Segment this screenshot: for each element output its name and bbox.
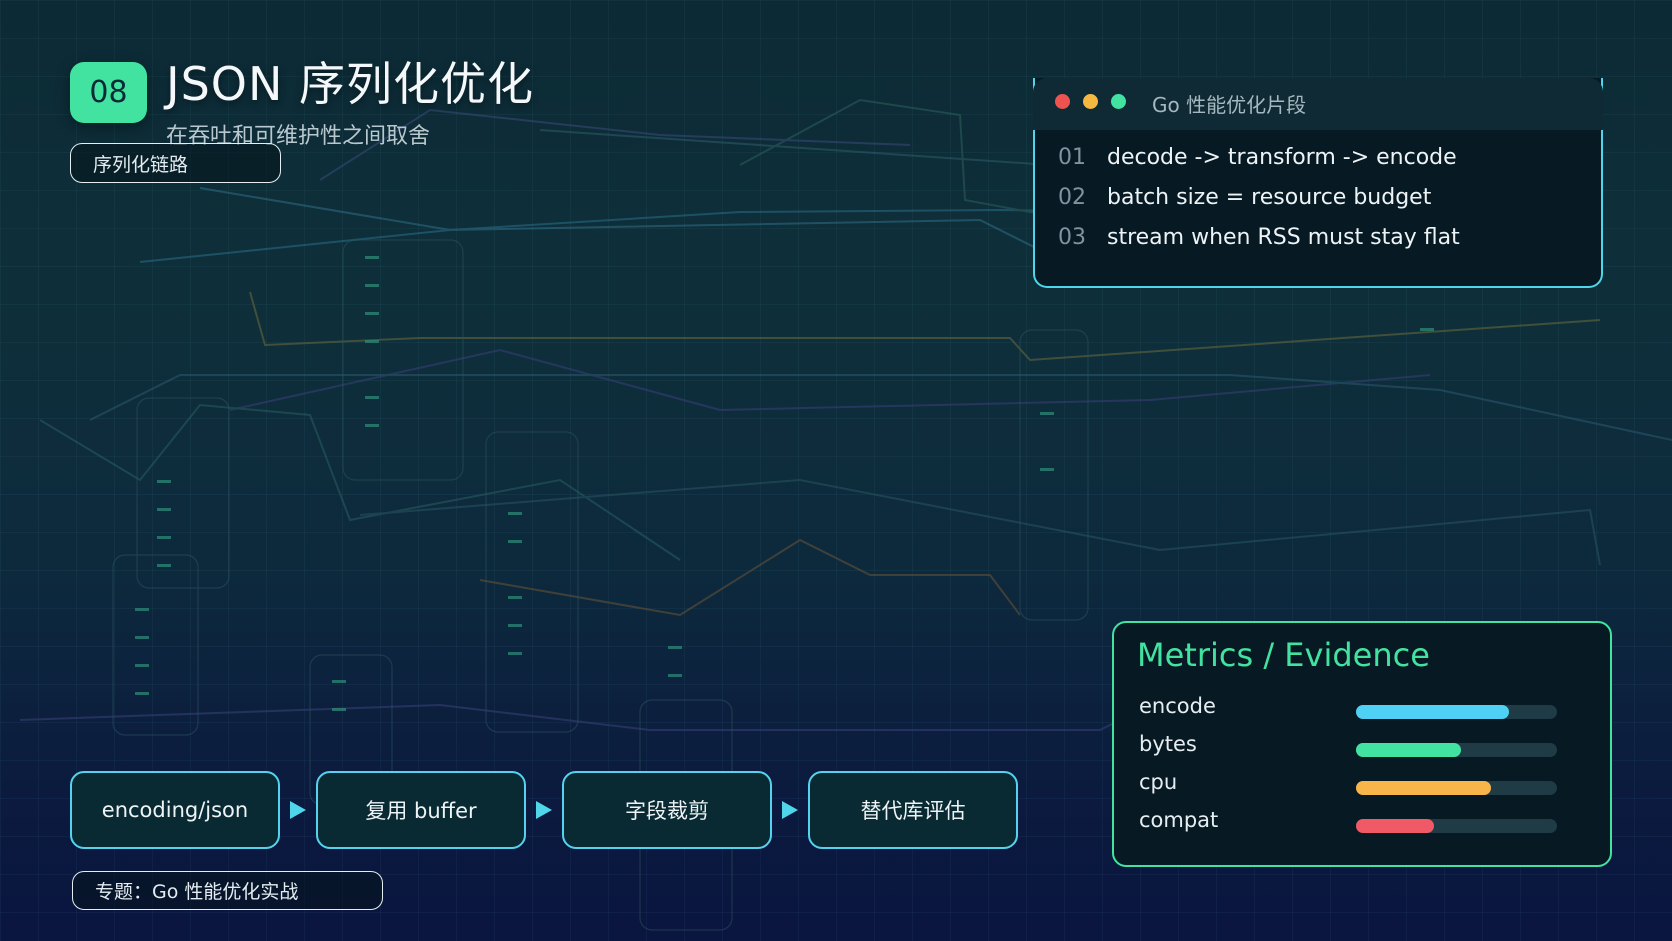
slide-title: JSON 序列化优化 <box>166 57 535 111</box>
metric-bar-track <box>1356 705 1557 719</box>
pipeline-step-encoding-json: encoding/json <box>70 771 280 849</box>
pipeline-step-field-trim: 字段裁剪 <box>562 771 772 849</box>
metric-label: cpu <box>1139 770 1178 794</box>
code-text: decode -> transform -> encode <box>1107 145 1457 170</box>
window-dot-red-icon <box>1055 94 1070 109</box>
metric-bar-fill <box>1356 705 1509 719</box>
metric-label: bytes <box>1139 732 1197 756</box>
pipeline-step-alt-library: 替代库评估 <box>808 771 1018 849</box>
arrow-right-icon <box>536 801 552 819</box>
window-dot-yellow-icon <box>1083 94 1098 109</box>
metric-bar-fill <box>1356 781 1491 795</box>
pipeline-step-reuse-buffer: 复用 buffer <box>316 771 526 849</box>
code-line: 03 stream when RSS must stay flat <box>1058 225 1460 250</box>
line-number: 01 <box>1058 145 1086 170</box>
metric-bar-track <box>1356 743 1557 757</box>
metric-bar-track <box>1356 781 1557 795</box>
metric-bar-fill <box>1356 819 1435 833</box>
metric-label: compat <box>1139 808 1219 832</box>
code-line: 02 batch size = resource budget <box>1058 185 1431 210</box>
code-panel-title: Go 性能优化片段 <box>1152 93 1307 117</box>
code-line: 01 decode -> transform -> encode <box>1058 145 1457 170</box>
arrow-right-icon <box>290 801 306 819</box>
code-text: stream when RSS must stay flat <box>1107 225 1460 250</box>
arrow-right-icon <box>782 801 798 819</box>
line-number: 03 <box>1058 225 1086 250</box>
topic-tag: 序列化链路 <box>70 143 281 183</box>
metric-label: encode <box>1139 694 1216 718</box>
slide-number-badge: 08 <box>70 62 147 123</box>
metrics-title: Metrics / Evidence <box>1137 636 1430 674</box>
metric-bar-track <box>1356 819 1557 833</box>
line-number: 02 <box>1058 185 1086 210</box>
code-text: batch size = resource budget <box>1107 185 1432 210</box>
window-dot-green-icon <box>1111 94 1126 109</box>
metric-bar-fill <box>1356 743 1461 757</box>
series-tag: 专题：Go 性能优化实战 <box>72 871 383 910</box>
